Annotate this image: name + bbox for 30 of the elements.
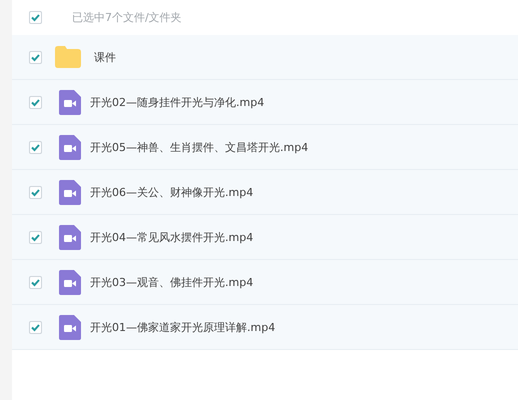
video-file-icon	[59, 134, 81, 160]
file-row[interactable]: 开光05—神兽、生肖摆件、文昌塔开光.mp4	[12, 125, 518, 170]
file-row[interactable]: 开光02—随身挂件开光与净化.mp4	[12, 80, 518, 125]
file-row[interactable]: 课件	[12, 35, 518, 80]
file-row[interactable]: 开光06—关公、财神像开光.mp4	[12, 170, 518, 215]
file-name: 开光05—神兽、生肖摆件、文昌塔开光.mp4	[90, 140, 308, 154]
checkbox[interactable]	[29, 11, 42, 24]
file-name: 开光01—佛家道家开光原理详解.mp4	[90, 320, 276, 334]
checkbox[interactable]	[29, 276, 42, 288]
file-name: 开光04—常见风水摆件开光.mp4	[90, 230, 254, 244]
video-file-icon	[59, 224, 81, 250]
file-row[interactable]: 开光01—佛家道家开光原理详解.mp4	[12, 305, 518, 350]
file-name: 开光02—随身挂件开光与净化.mp4	[90, 94, 264, 110]
selection-summary: 已选中7个文件/文件夹	[72, 10, 182, 25]
file-row[interactable]: 开光04—常见风水摆件开光.mp4	[12, 215, 518, 260]
video-file-icon	[59, 90, 81, 114]
video-file-icon	[59, 314, 81, 340]
video-file-icon	[59, 270, 81, 294]
checkbox[interactable]	[29, 186, 42, 198]
video-file-icon	[59, 180, 81, 204]
checkbox[interactable]	[29, 50, 42, 64]
checkbox[interactable]	[29, 230, 42, 244]
checkbox[interactable]	[29, 320, 42, 334]
checkbox[interactable]	[29, 140, 42, 154]
checkbox[interactable]	[29, 96, 42, 108]
file-name: 开光03—观音、佛挂件开光.mp4	[90, 274, 254, 290]
file-name: 开光06—关公、财神像开光.mp4	[90, 184, 254, 200]
file-row[interactable]: 开光03—观音、佛挂件开光.mp4	[12, 260, 518, 305]
file-name: 课件	[94, 50, 116, 64]
folder-icon	[55, 46, 81, 68]
